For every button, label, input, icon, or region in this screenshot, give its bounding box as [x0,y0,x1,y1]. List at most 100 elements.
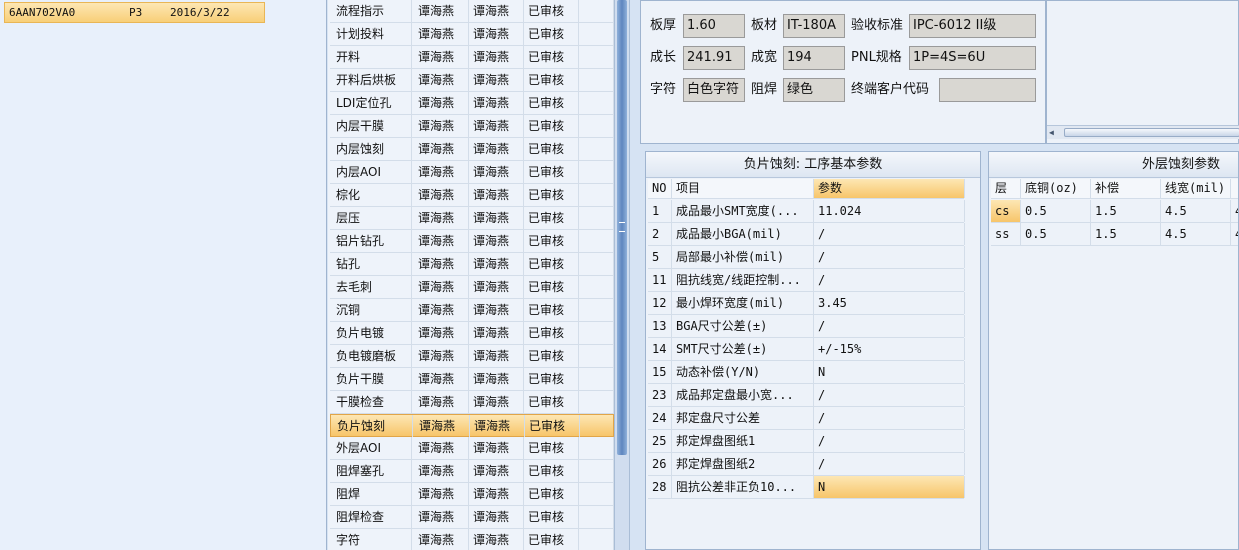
process-empty-cell [579,46,614,68]
row-param-cell[interactable]: / [814,407,965,429]
table-row[interactable]: 25 邦定焊盘图纸1/ [648,430,965,453]
process-row[interactable]: 内层蚀刻 谭海燕 谭海燕 已审核 [330,138,614,161]
process-name-cell: 开料 [332,46,412,68]
table-row[interactable]: 15 动态补偿(Y/N) N [648,361,965,384]
process-row[interactable]: 阻焊 谭海燕 谭海燕 已审核 [330,483,614,506]
table-row[interactable]: 14 SMT尺寸公差(±) +/-15% [648,338,965,361]
col-comp-header[interactable]: 补偿 [1091,179,1161,198]
process-status-cell: 已审核 [524,115,579,137]
row-param-cell[interactable]: 3.45 [814,292,965,314]
process-empty-cell [580,415,614,437]
col-param-header[interactable]: 参数 [814,179,965,198]
process-row[interactable]: 阻焊检查 谭海燕 谭海燕 已审核 [330,506,614,529]
row-base-copper-cell: 0.5 [1021,200,1091,222]
col-no-header[interactable]: NO [648,179,672,198]
table-row[interactable]: 5 局部最小补偿(mil) / [648,246,965,269]
row-item-cell: 最小焊环宽度(mil) [672,292,814,314]
process-row[interactable]: 层压 谭海燕 谭海燕 已审核 [330,207,614,230]
process-name-cell: 铝片钻孔 [332,230,412,252]
row-param-cell[interactable]: +/-15% [814,338,965,360]
col-base-copper-header[interactable]: 底铜(oz) [1021,179,1091,198]
process-row[interactable]: 干膜检查 谭海燕 谭海燕 已审核 [330,391,614,414]
pnl-field[interactable]: 1P=4S=6U [909,46,1036,70]
process-row[interactable]: 负片蚀刻 谭海燕 谭海燕 已审核 [330,414,614,437]
horizontal-scrollbar-thumb[interactable] [1064,128,1239,137]
width-field[interactable]: 194 [783,46,845,70]
process-row[interactable]: 去毛刺 谭海燕 谭海燕 已审核 [330,276,614,299]
width-label: 成宽 [751,50,778,65]
row-param-cell[interactable]: / [814,384,965,406]
process-status-cell: 已审核 [524,322,579,344]
process-row[interactable]: 开料 谭海燕 谭海燕 已审核 [330,46,614,69]
table-row[interactable]: 26 邦定焊盘图纸2/ [648,453,965,476]
table-row[interactable]: 12 最小焊环宽度(mil) 3.45 [648,292,965,315]
scroll-left-icon[interactable]: ◀ [1049,128,1054,137]
process-row[interactable]: 内层AOI 谭海燕 谭海燕 已审核 [330,161,614,184]
order-date: 2016/3/22 [170,6,230,19]
row-param-cell[interactable]: / [814,246,965,268]
process-status-cell: 已审核 [524,0,579,22]
process-empty-cell [579,483,614,505]
process-row[interactable]: LDI定位孔 谭海燕 谭海燕 已审核 [330,92,614,115]
row-param-cell[interactable]: / [814,453,965,475]
process-row[interactable]: 铝片钻孔 谭海燕 谭海燕 已审核 [330,230,614,253]
process-status-cell: 已审核 [524,529,579,550]
material-field[interactable]: IT-180A [783,14,845,38]
order-list-panel: 6AAN702VA0 P3 2016/3/22 [0,0,327,550]
row-param-cell[interactable]: N [814,361,965,383]
process-status-cell: 已审核 [524,460,579,482]
splitter[interactable] [614,0,630,550]
row-item-cell: 邦定焊盘图纸1 [672,430,814,452]
horizontal-scrollbar[interactable]: ◀ [1047,125,1239,139]
col-item-header[interactable]: 项目 [672,179,814,198]
table-row[interactable]: 1 成品最小SMT宽度(... 11.024 [648,200,965,223]
outer-etch-header: 层 底铜(oz) 补偿 线宽(mil) [991,179,1238,199]
col-extra-header[interactable] [1231,179,1238,198]
table-row[interactable]: 2 成品最小BGA(mil) / [648,223,965,246]
row-param-cell[interactable]: 11.024 [814,200,965,222]
row-param-cell[interactable]: / [814,430,965,452]
row-param-cell[interactable]: N [814,476,965,498]
process-name-cell: 负片电镀 [332,322,412,344]
process-empty-cell [579,345,614,367]
process-empty-cell [579,391,614,413]
end-customer-field[interactable] [939,78,1036,102]
process-row[interactable]: 外层AOI 谭海燕 谭海燕 已审核 [330,437,614,460]
table-row[interactable]: cs0.51.54.54 [991,200,1238,223]
board-thickness-field[interactable]: 1.60 [683,14,745,38]
process-row[interactable]: 阻焊塞孔 谭海燕 谭海燕 已审核 [330,460,614,483]
length-field[interactable]: 241.91 [683,46,745,70]
process-row[interactable]: 沉铜 谭海燕 谭海燕 已审核 [330,299,614,322]
row-comp-cell: 1.5 [1091,200,1161,222]
process-status-cell: 已审核 [524,207,579,229]
process-row[interactable]: 钻孔 谭海燕 谭海燕 已审核 [330,253,614,276]
silkscreen-field[interactable]: 白色字符 [683,78,745,102]
process-empty-cell [579,115,614,137]
process-empty-cell [579,276,614,298]
row-extra-cell: 4 [1231,223,1238,245]
row-param-cell[interactable]: / [814,223,965,245]
order-row-selected[interactable]: 6AAN702VA0 P3 2016/3/22 [4,2,265,23]
process-row[interactable]: 流程指示 谭海燕 谭海燕 已审核 [330,0,614,23]
process-row[interactable]: 内层干膜 谭海燕 谭海燕 已审核 [330,115,614,138]
table-row[interactable]: 11 阻抗线宽/线距控制... / [648,269,965,292]
row-param-cell[interactable]: / [814,269,965,291]
table-row[interactable]: 24 邦定盘尺寸公差 / [648,407,965,430]
col-line-width-header[interactable]: 线宽(mil) [1161,179,1231,198]
row-param-cell[interactable]: / [814,315,965,337]
table-row[interactable]: 13 BGA尺寸公差(±) / [648,315,965,338]
process-row[interactable]: 字符 谭海燕 谭海燕 已审核 [330,529,614,550]
process-row[interactable]: 计划投料 谭海燕 谭海燕 已审核 [330,23,614,46]
process-row[interactable]: 负电镀磨板 谭海燕 谭海燕 已审核 [330,345,614,368]
table-row[interactable]: 28 阻抗公差非正负10... N [648,476,965,499]
table-row[interactable]: ss0.51.54.54 [991,223,1238,246]
soldermask-field[interactable]: 绿色 [783,78,845,102]
col-layer-header[interactable]: 层 [991,179,1021,198]
process-row[interactable]: 负片电镀 谭海燕 谭海燕 已审核 [330,322,614,345]
soldermask-label: 阻焊 [751,82,778,97]
process-row[interactable]: 开料后烘板 谭海燕 谭海燕 已审核 [330,69,614,92]
table-row[interactable]: 23 成品邦定盘最小宽... / [648,384,965,407]
process-row[interactable]: 棕化 谭海燕 谭海燕 已审核 [330,184,614,207]
process-row[interactable]: 负片干膜 谭海燕 谭海燕 已审核 [330,368,614,391]
standard-field[interactable]: IPC-6012 II级 [909,14,1036,38]
